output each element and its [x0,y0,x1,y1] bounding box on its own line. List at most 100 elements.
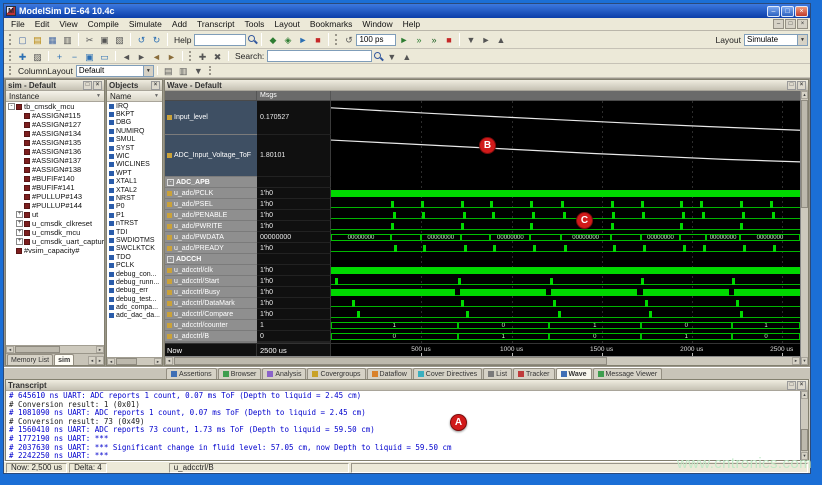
mdi-minimize-button[interactable]: – [773,19,784,29]
wave-lane[interactable] [331,199,800,210]
wave-close-icon[interactable]: × [797,81,806,90]
sim-dock-icon[interactable]: □ [83,81,92,90]
scroll-down-icon[interactable]: ▼ [801,357,808,365]
zoom-range-icon[interactable]: ▭ [97,50,112,63]
wave-signal-name[interactable]: -ADCCH [165,254,257,265]
object-item[interactable]: WPT [107,169,162,177]
transcript-vscroll-thumb[interactable] [801,429,808,451]
menu-tools[interactable]: Tools [240,19,270,29]
menu-help[interactable]: Help [398,19,425,29]
objects-panel-header[interactable]: Objects × [107,80,162,91]
tree-item[interactable]: +u_cmsdk_mcu [6,228,104,237]
menu-edit[interactable]: Edit [30,19,55,29]
wave-signal-name[interactable]: u_adc/PCLK [165,188,257,199]
object-item[interactable]: SYST [107,144,162,152]
zoom-full-icon[interactable]: ▣ [82,50,97,63]
tab-memory-list[interactable]: Memory List [7,354,53,365]
menu-file[interactable]: File [6,19,30,29]
object-item[interactable]: XTAL1 [107,178,162,186]
next-edge-icon[interactable]: ► [164,50,179,63]
menu-view[interactable]: View [54,19,82,29]
sim-panel-header[interactable]: sim - Default □ × [6,80,104,91]
wave-lane[interactable] [331,177,800,188]
open-folder-icon[interactable]: ▤ [30,33,45,46]
object-item[interactable]: nTRST [107,219,162,227]
paste-icon[interactable]: ▧ [112,33,127,46]
stop-icon[interactable]: ■ [441,33,456,46]
wave-signal-row[interactable]: u_adc/PWDATA0000000000000000000000000000… [165,232,800,243]
search-up-icon[interactable]: ▲ [399,50,414,63]
objects-column-header[interactable]: Name ▼ [107,91,162,102]
object-item[interactable]: BKPT [107,110,162,118]
mdi-restore-button[interactable]: □ [785,19,796,29]
object-item[interactable]: P1 [107,211,162,219]
wave-lane[interactable] [331,287,800,298]
save-icon[interactable]: ▦ [45,33,60,46]
wave-signal-row[interactable]: u_adcctrl/Compare1'h0 [165,309,800,320]
sim-close-icon[interactable]: × [93,81,102,90]
search-input[interactable] [267,50,372,62]
tab-browser[interactable]: Browser [218,368,262,379]
scroll-right-icon[interactable]: ► [792,357,800,365]
wave-panel-header[interactable]: Wave - Default □ × [165,80,808,91]
object-item[interactable]: TDO [107,253,162,261]
object-item[interactable]: adc_compa... [107,303,162,311]
object-item[interactable]: debug_test... [107,295,162,303]
wave-hscroll-thumb[interactable] [174,357,607,365]
wave-lane[interactable] [331,210,800,221]
tab-covergroups[interactable]: Covergroups [307,368,365,379]
transcript-close-icon[interactable]: × [797,381,806,390]
wave-signal-name[interactable]: Input_level [165,101,257,135]
tab-dataflow[interactable]: Dataflow [367,368,412,379]
expand-icon[interactable]: + [16,220,23,227]
print-icon[interactable]: ▥ [60,33,75,46]
menu-bookmarks[interactable]: Bookmarks [305,19,358,29]
zoom-in-icon[interactable]: + [52,50,67,63]
wave-signal-name[interactable]: u_adc/PSEL [165,199,257,210]
object-item[interactable]: debug_con... [107,270,162,278]
wave-signal-name[interactable]: ADC_Input_Voltage_ToF [165,135,257,177]
instance-column-header[interactable]: Instance ▼ [6,91,104,102]
add-cursor-icon[interactable]: ✚ [195,50,210,63]
wave-signal-row[interactable]: u_adc/PREADY1'h0 [165,243,800,254]
scroll-left-icon[interactable]: ◄ [165,357,173,365]
wave-signal-row[interactable]: u_adcctrl/clk1'h0 [165,265,800,276]
object-item[interactable]: XTAL2 [107,186,162,194]
object-item[interactable]: IRQ [107,102,162,110]
wave-signal-name[interactable]: u_adc/PWDATA [165,232,257,243]
menu-transcript[interactable]: Transcript [192,19,239,29]
zoom-out-icon[interactable]: − [67,50,82,63]
object-item[interactable]: WIC [107,152,162,160]
tree-item[interactable]: #ASSIGN#136 [6,147,104,156]
objects-hscroll-track[interactable] [115,358,154,365]
wave-signal-row[interactable]: u_adcctrl/DataMark1'h0 [165,298,800,309]
transcript-vscrollbar[interactable]: ▲ ▼ [800,391,808,460]
restart-icon[interactable]: ↺ [341,33,356,46]
wave-signal-name[interactable]: -ADC_APB [165,177,257,188]
tab-analysis[interactable]: Analysis [262,368,306,379]
wave-hscrollbar[interactable]: ◄ ► [165,356,800,365]
wave-signal-row[interactable]: -ADC_APB [165,177,800,188]
wave-signal-row[interactable]: u_adcctrl/Start1'h0 [165,276,800,287]
tab-sim[interactable]: sim [54,354,74,365]
new-file-icon[interactable]: ▢ [15,33,30,46]
delete-cursor-icon[interactable]: ✖ [210,50,225,63]
object-item[interactable]: TDI [107,228,162,236]
tab-tracker[interactable]: Tracker [513,368,554,379]
wave-signal-name[interactable]: u_adc/PREADY [165,243,257,254]
tree-item[interactable]: #BUFIF#140 [6,174,104,183]
scroll-right-icon[interactable]: ► [96,356,104,365]
wave-signal-row[interactable]: u_adc/PENABLE1'h0 [165,210,800,221]
tree-item[interactable]: #ASSIGN#138 [6,165,104,174]
expand-icon[interactable]: + [16,229,23,236]
group-collapse-icon[interactable]: - [167,179,174,186]
scroll-left-icon[interactable]: ◄ [88,356,96,365]
step-into-icon[interactable]: ▼ [463,33,478,46]
magnifier-icon[interactable] [373,51,384,62]
run-all-icon[interactable]: » [426,33,441,46]
transcript-panel-header[interactable]: Transcript □ × [6,380,808,391]
help-search-input[interactable] [194,34,246,46]
wave-signal-name[interactable]: u_adcctrl/DataMark [165,298,257,309]
object-item[interactable]: debug_runn... [107,278,162,286]
wave-lane[interactable] [331,188,800,199]
